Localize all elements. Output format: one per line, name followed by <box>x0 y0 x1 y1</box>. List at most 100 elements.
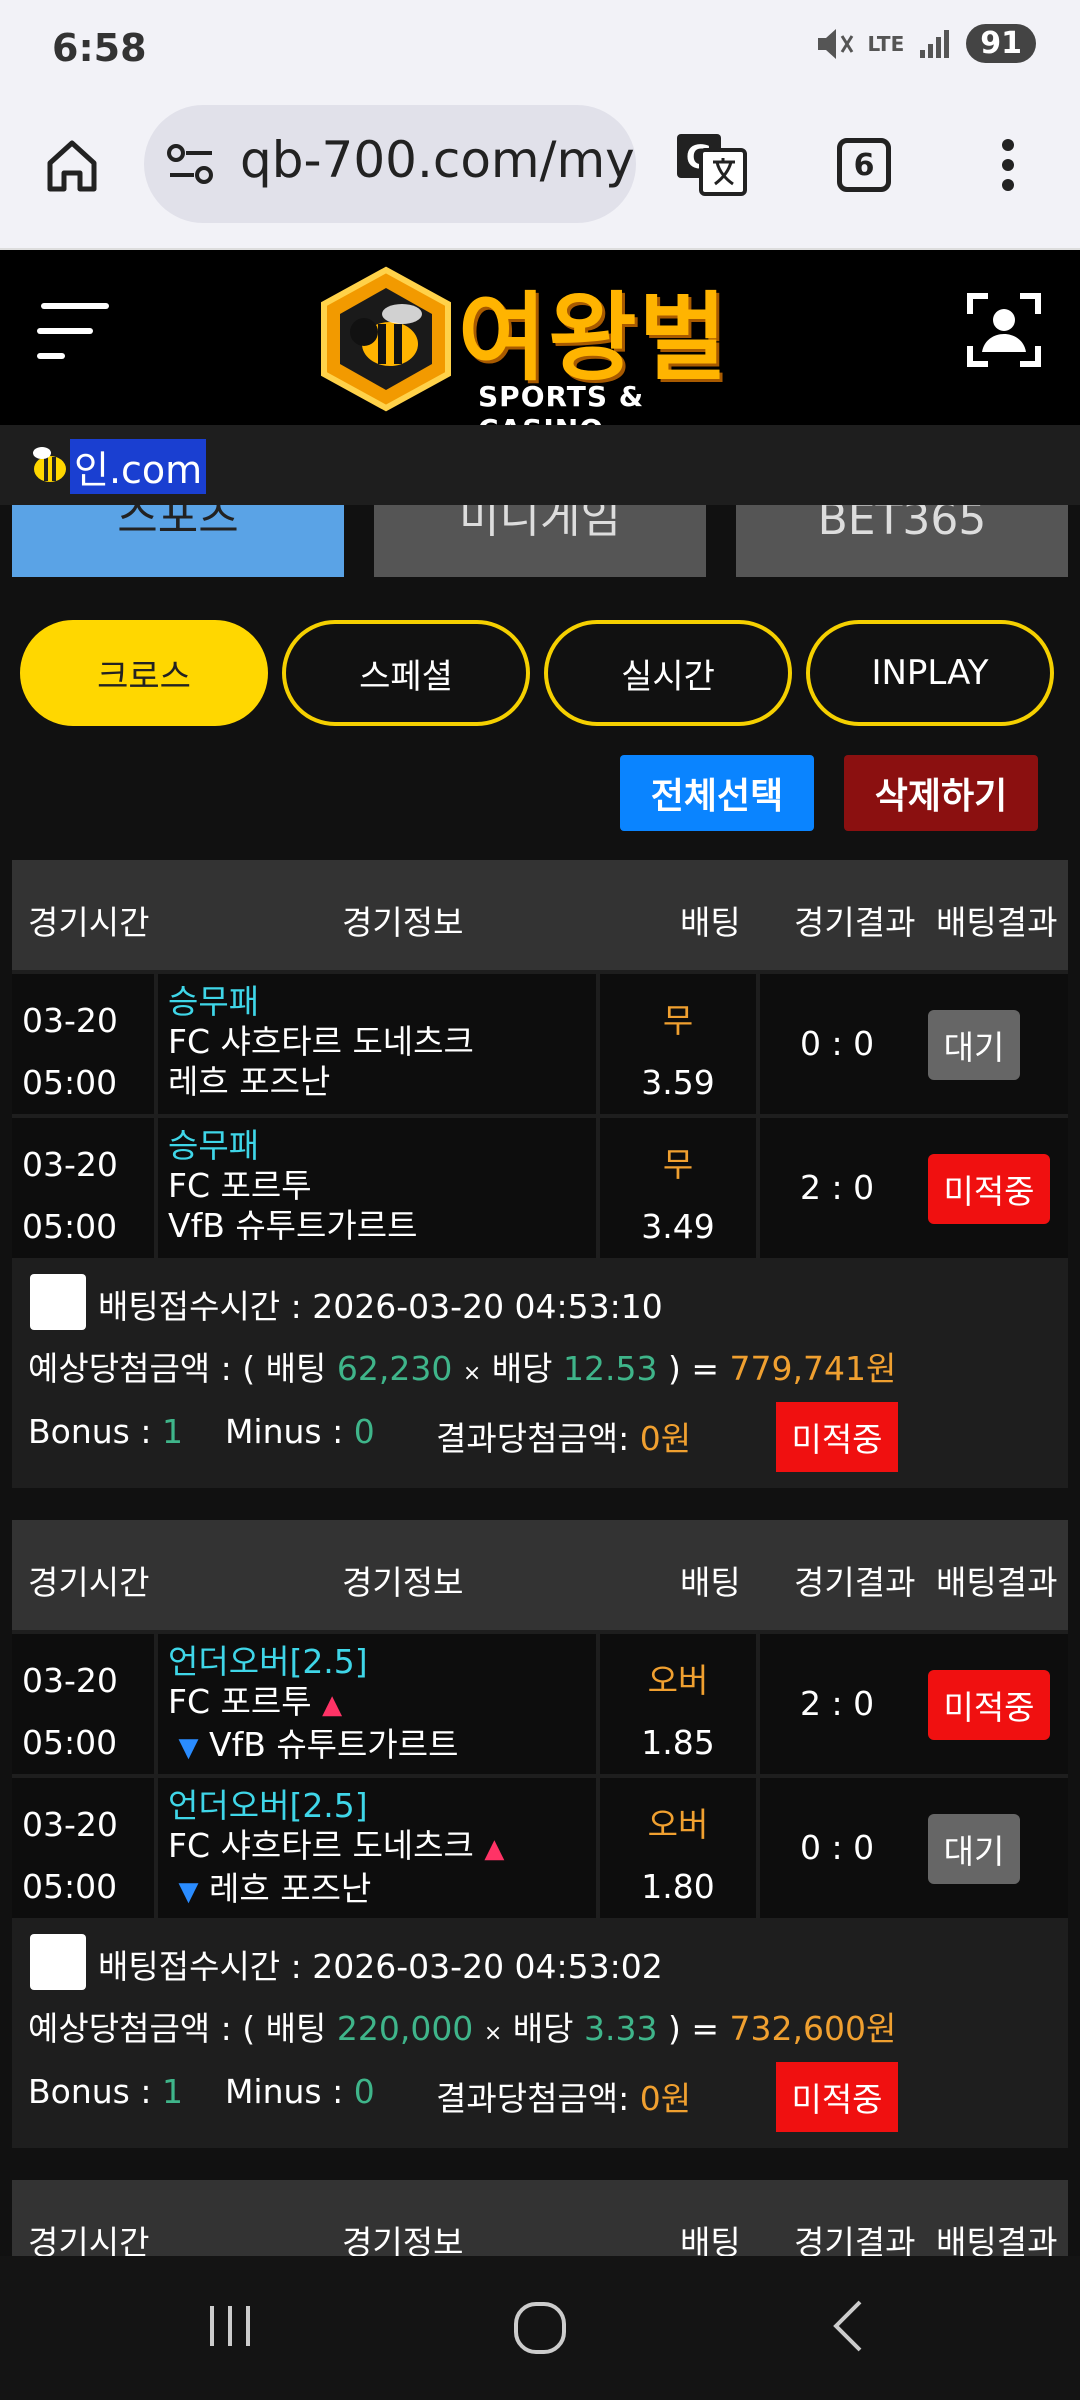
select-all-button[interactable]: 전체선택 <box>620 755 814 831</box>
address-bar[interactable]: qb-700.com/myb <box>144 105 636 223</box>
match-time: 03-20 05:00 <box>12 1634 154 1774</box>
header-time: 경기시간 <box>28 2223 150 2256</box>
tab-sports[interactable]: 스포츠 <box>12 505 344 577</box>
match-result: 2 : 0 미적중 <box>760 1118 1068 1258</box>
bet-pick: 무 3.49 <box>600 1118 756 1258</box>
tab-sports-label: 스포츠 <box>117 505 239 543</box>
match-time: 03-20 05:00 <box>12 1118 154 1258</box>
up-arrow-icon: ▲ <box>322 1690 343 1720</box>
pill-cross[interactable]: 크로스 <box>20 620 268 726</box>
delete-button[interactable]: 삭제하기 <box>844 755 1038 831</box>
translate-icon: G <box>677 134 747 196</box>
header-bet: 배팅 <box>680 2223 741 2256</box>
bet-pick: 오버 1.80 <box>600 1778 756 1918</box>
home-icon <box>47 140 97 192</box>
pill-inplay-label: INPLAY <box>871 653 989 693</box>
pill-special[interactable]: 스페셜 <box>282 620 530 726</box>
table-row: 03-20 05:00 승무패 FC 포르투 VfB 슈투트가르트 무 3.49 2 :… <box>12 1118 1068 1262</box>
pill-special-label: 스페셜 <box>359 656 453 697</box>
table-row: 03-20 05:00 승무패 FC 샤흐타르 도네츠크 레흐 포즈난 무 3.59 0… <box>12 974 1068 1118</box>
match-time: 03-20 05:00 <box>12 974 154 1114</box>
pill-live-label: 실시간 <box>621 656 715 697</box>
home-nav-button[interactable] <box>508 2296 572 2364</box>
profile-button[interactable] <box>966 292 1042 372</box>
table-header: 경기시간 경기정보 배팅 경기결과 배팅결과 <box>12 860 1068 970</box>
bee-small-icon <box>33 447 66 482</box>
tab-bet365[interactable]: BET365 <box>736 505 1068 577</box>
tabs-button[interactable]: 6 <box>814 115 914 215</box>
match-info: 언더오버[2.5] FC 포르투 ▲ ▼ VfB 슈투트가르트 <box>158 1634 596 1774</box>
notice-marquee: 인.com <box>0 425 1080 505</box>
back-button[interactable] <box>820 2296 880 2360</box>
select-checkbox[interactable] <box>30 1274 86 1330</box>
tab-count: 6 <box>853 147 875 183</box>
bet-pick: 오버 1.85 <box>600 1634 756 1774</box>
header-bet: 배팅 <box>680 1563 741 1602</box>
header-result: 경기결과 <box>794 2223 916 2256</box>
tab-bet365-label: BET365 <box>817 505 987 545</box>
site-settings-icon[interactable] <box>166 141 216 187</box>
result-amount: 결과당첨금액: 0원 <box>436 2079 692 2118</box>
translate-button[interactable]: G <box>662 115 762 215</box>
table-row: 03-20 05:00 언더오버[2.5] FC 샤흐타르 도네츠크 ▲ ▼ 레흐 … <box>12 1778 1068 1922</box>
bet-slip-card: 경기시간 경기정보 배팅 경기결과 배팅결과 <box>12 2180 1068 2256</box>
match-result: 2 : 0 미적중 <box>760 1634 1068 1774</box>
url-text[interactable]: qb-700.com/myb <box>240 131 636 189</box>
table-header: 경기시간 경기정보 배팅 경기결과 배팅결과 <box>12 1520 1068 1630</box>
slip-status-badge: 미적중 <box>776 1402 898 1472</box>
up-arrow-icon: ▲ <box>484 1834 505 1864</box>
status-badge: 대기 <box>928 1010 1020 1080</box>
bonus-minus: Bonus : 1 Minus : 0 <box>28 2072 375 2111</box>
header-bet-result: 배팅결과 <box>936 1563 1058 1602</box>
expected-amount: 예상당첨금액 : ( 배팅 62,230 × 배당 12.53 ) = 779,… <box>28 1349 897 1388</box>
home-button[interactable] <box>22 115 122 215</box>
bet-slip-card: 경기시간 경기정보 배팅 경기결과 배팅결과 03-20 05:00 언더오버[2… <box>12 1520 1068 2148</box>
bet-pick: 무 3.59 <box>600 974 756 1114</box>
select-checkbox[interactable] <box>30 1934 86 1990</box>
table-header: 경기시간 경기정보 배팅 경기결과 배팅결과 <box>12 2180 1068 2256</box>
pill-inplay[interactable]: INPLAY <box>806 620 1054 726</box>
down-arrow-icon: ▼ <box>178 1733 199 1763</box>
bet-time: 배팅접수시간 : 2026-03-20 04:53:02 <box>98 1947 663 1986</box>
match-info: 승무패 FC 샤흐타르 도네츠크 레흐 포즈난 <box>158 974 596 1114</box>
slip-status-badge: 미적중 <box>776 2062 898 2132</box>
table-row: 03-20 05:00 언더오버[2.5] FC 포르투 ▲ ▼ VfB 슈투트가르… <box>12 1634 1068 1778</box>
logo-text: 여왕벌 <box>458 282 729 394</box>
bet-summary: 배팅접수시간 : 2026-03-20 04:53:02 예상당첨금액 : ( … <box>12 1922 1068 2152</box>
profile-scan-icon <box>967 293 1041 367</box>
match-result: 0 : 0 대기 <box>760 1778 1068 1918</box>
match-info: 언더오버[2.5] FC 샤흐타르 도네츠크 ▲ ▼ 레흐 포즈난 <box>158 1778 596 1918</box>
recents-button[interactable] <box>200 2296 260 2360</box>
pill-cross-label: 크로스 <box>97 656 191 697</box>
header-info: 경기정보 <box>342 2223 464 2256</box>
site-header: 여왕벌 SPORTS & CASINO <box>0 250 1080 446</box>
back-icon <box>833 2300 862 2352</box>
status-time: 6:58 <box>52 26 147 70</box>
site-logo[interactable]: 여왕벌 SPORTS & CASINO <box>318 260 768 446</box>
bet-time: 배팅접수시간 : 2026-03-20 04:53:10 <box>98 1287 663 1326</box>
status-badge: 대기 <box>928 1814 1020 1884</box>
bonus-minus: Bonus : 1 Minus : 0 <box>28 1412 375 1451</box>
browser-menu-button[interactable] <box>958 115 1058 215</box>
header-result: 경기결과 <box>794 903 916 942</box>
header-bet: 배팅 <box>680 903 741 942</box>
status-icons: LTE 91 <box>816 24 1036 63</box>
header-info: 경기정보 <box>342 903 464 942</box>
system-nav-bar <box>0 2256 1080 2400</box>
pill-live[interactable]: 실시간 <box>544 620 792 726</box>
status-badge: 미적중 <box>928 1154 1050 1224</box>
header-time: 경기시간 <box>28 1563 150 1602</box>
header-time: 경기시간 <box>28 903 150 942</box>
tab-minigame[interactable]: 미니게임 <box>374 505 706 577</box>
bee-logo-icon <box>321 266 451 412</box>
status-badge: 미적중 <box>928 1670 1050 1740</box>
match-info: 승무패 FC 포르투 VfB 슈투트가르트 <box>158 1118 596 1258</box>
match-result: 0 : 0 대기 <box>760 974 1068 1114</box>
tabs-icon: 6 <box>837 138 891 192</box>
hamburger-menu-button[interactable] <box>36 298 110 368</box>
mute-icon <box>817 28 853 59</box>
result-amount: 결과당첨금액: 0원 <box>436 1419 692 1458</box>
bet-slip-card: 경기시간 경기정보 배팅 경기결과 배팅결과 03-20 05:00 승무패 FC … <box>12 860 1068 1488</box>
tab-minigame-label: 미니게임 <box>459 505 621 543</box>
battery-indicator: 91 <box>966 24 1036 63</box>
